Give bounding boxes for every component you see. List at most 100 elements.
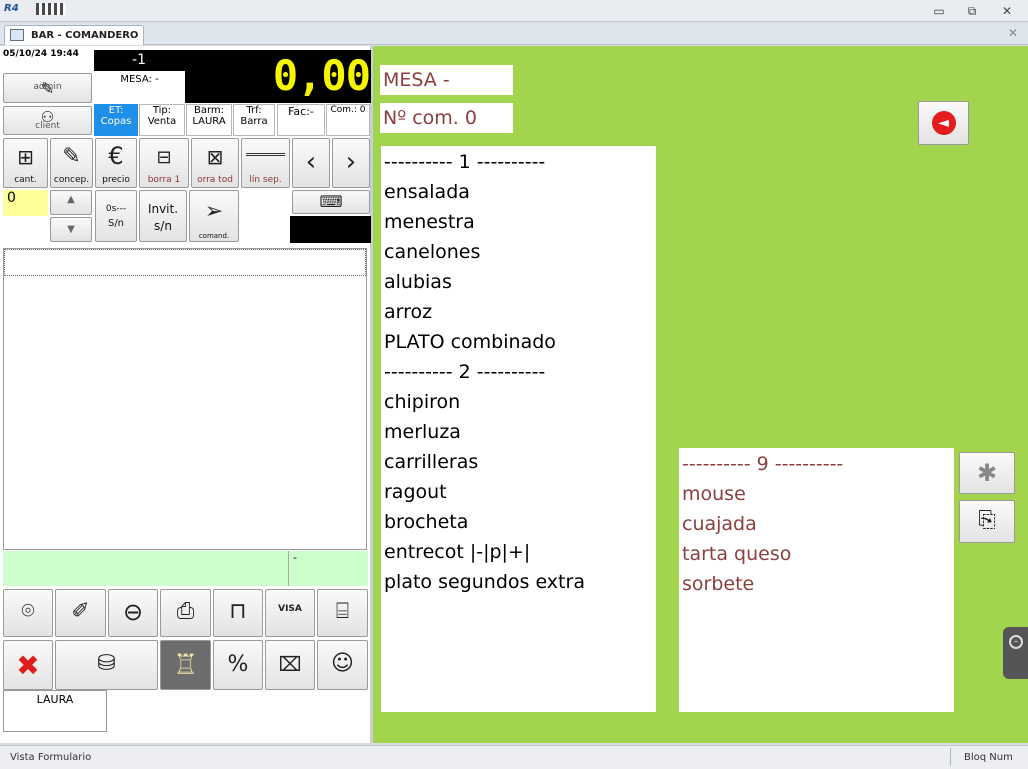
list-item[interactable]: ---------- 9 ---------- [682, 449, 954, 479]
list-item[interactable]: sorbete [682, 569, 954, 599]
list-item[interactable]: mouse [682, 479, 954, 509]
client-button[interactable]: ⚇ client [3, 106, 92, 135]
list-item[interactable]: menestra [384, 207, 656, 237]
et-cell[interactable]: ET: Copas [94, 104, 138, 136]
table-button[interactable]: ⊓ [213, 589, 263, 637]
trf-label: Trf: [246, 105, 262, 116]
list-item[interactable]: entrecot |-|p|+| [384, 537, 656, 567]
barm-cell[interactable]: Barm: LAURA [186, 104, 232, 136]
mesa-label: MESA: - [94, 71, 185, 103]
percent-button[interactable]: % [213, 640, 263, 690]
list-item[interactable]: carrilleras [384, 447, 656, 477]
pot-icon: ♖ [172, 648, 199, 681]
cancel-button[interactable]: ✖ [3, 640, 53, 690]
table-icon: ⊓ [229, 599, 247, 624]
cash-register-icon: ⌸ [335, 599, 350, 624]
side-handle[interactable]: – [1003, 627, 1028, 679]
precio-button[interactable]: € precio [95, 138, 137, 188]
restore-button[interactable]: ⧉ [961, 3, 983, 19]
cash-button[interactable]: ⌧ [265, 640, 315, 690]
lock-button[interactable]: ⊖ [108, 589, 158, 637]
status-bar: Vista Formulario Bloq Num [0, 745, 1028, 769]
list-item[interactable]: arroz [384, 297, 656, 327]
list-item[interactable]: ---------- 2 ---------- [384, 357, 656, 387]
os-sn-button[interactable]: 0s--- S/n [95, 190, 137, 242]
datetime: 05/10/24 19:44 [3, 49, 79, 59]
pot-button[interactable]: ♖ [160, 640, 211, 690]
users-icon: ☺ [331, 651, 354, 676]
list-item[interactable]: alubias [384, 267, 656, 297]
keyboard-icon: ⌨ [319, 192, 343, 211]
list-item[interactable]: tarta queso [682, 539, 954, 569]
et-value: Copas [100, 116, 132, 127]
list-item[interactable]: chipiron [384, 387, 656, 417]
arrow-up-icon: ▲ [67, 194, 75, 205]
admin-button[interactable]: ✎ admin [3, 73, 92, 103]
close-button[interactable]: ✕ [996, 3, 1018, 19]
pin-icon: ✐ [71, 599, 90, 624]
tip-label: Tip: [152, 105, 172, 116]
coins-button[interactable]: ⛁ [55, 640, 158, 690]
asterisk-button[interactable]: ✱ [959, 452, 1015, 494]
search-button[interactable]: ⌾ [3, 589, 53, 637]
borratod-button[interactable]: ⊠ orra tod [191, 138, 239, 188]
tab-label: BAR - COMANDERO [31, 30, 139, 41]
status-divider [950, 748, 951, 766]
group-button[interactable]: ☺ [317, 640, 368, 690]
summary-right: - [288, 551, 368, 586]
list-item[interactable]: plato segundos extra [384, 567, 656, 597]
linsep-button[interactable]: lín sep. [241, 138, 290, 188]
keyboard-button[interactable]: ⌨ [292, 190, 370, 214]
tab-close-icon[interactable]: ✕ [1008, 26, 1018, 40]
decrement-button[interactable]: ▼ [50, 217, 92, 242]
trf-value: Barra [240, 116, 268, 127]
order-line-row[interactable] [4, 249, 366, 276]
concep-button[interactable]: ✎ concep. [50, 138, 93, 188]
barm-value: LAURA [192, 116, 226, 127]
tip-cell[interactable]: Tip: Venta [139, 104, 185, 136]
list-item[interactable]: canelones [384, 237, 656, 267]
order-lines-area[interactable] [3, 248, 367, 550]
et-label: ET: [108, 105, 124, 116]
comand-button[interactable]: ➢ comand. [189, 190, 239, 242]
menu-list-1[interactable]: ---------- 1 ---------- ensalada menestr… [381, 146, 656, 712]
list-item[interactable]: PLATO combinado [384, 327, 656, 357]
list-item[interactable]: cuajada [682, 509, 954, 539]
list-item[interactable]: merluza [384, 417, 656, 447]
tip-value: Venta [147, 116, 177, 127]
print-button[interactable]: ⎙ [160, 589, 211, 637]
quantity-field[interactable]: 0 [3, 190, 48, 216]
invit-button[interactable]: Invit. s/n [139, 190, 187, 242]
x-icon: ✖ [16, 649, 40, 682]
minimize-button[interactable]: ▭ [928, 3, 950, 19]
arrow-down-icon: ▼ [67, 224, 75, 235]
list-item[interactable]: brocheta [384, 507, 656, 537]
list-item[interactable]: ensalada [384, 177, 656, 207]
increment-button[interactable]: ▲ [50, 190, 92, 215]
visa-button[interactable]: VISA [265, 589, 315, 637]
visa-card-icon: VISA [278, 604, 302, 614]
list-item[interactable]: ragout [384, 477, 656, 507]
mesa-title: MESA - [380, 65, 513, 95]
list-item[interactable]: ---------- 1 ---------- [384, 147, 656, 177]
user-name-box: LAURA [3, 690, 107, 732]
prev-button[interactable]: ‹ [292, 138, 330, 188]
tab-bar-comandero[interactable]: BAR - COMANDERO [4, 25, 144, 45]
banknote-icon: ⌧ [278, 652, 302, 676]
back-button[interactable]: ◄ [918, 101, 969, 145]
pin-button[interactable]: ✐ [55, 589, 106, 637]
next-button[interactable]: › [332, 138, 370, 188]
total-display: 0,00 [272, 51, 371, 100]
trf-cell[interactable]: Trf: Barra [233, 104, 275, 136]
binoculars-icon: ⌾ [21, 599, 35, 624]
asterisk-icon: ✱ [976, 459, 998, 487]
menu-list-2[interactable]: ---------- 9 ---------- mouse cuajada ta… [679, 448, 954, 712]
cant-button[interactable]: ⊞ cant. [3, 138, 48, 188]
printer-icon: ⎙ [176, 599, 195, 624]
pencil-icon: ✎ [62, 144, 81, 169]
register-button[interactable]: ⌸ [317, 589, 368, 637]
back-arrow-icon: ◄ [931, 111, 956, 135]
export-button[interactable]: ⎘ [959, 500, 1015, 543]
borra1-button[interactable]: ⊟ borra 1 [139, 138, 189, 188]
status-view-mode: Vista Formulario [10, 752, 92, 763]
